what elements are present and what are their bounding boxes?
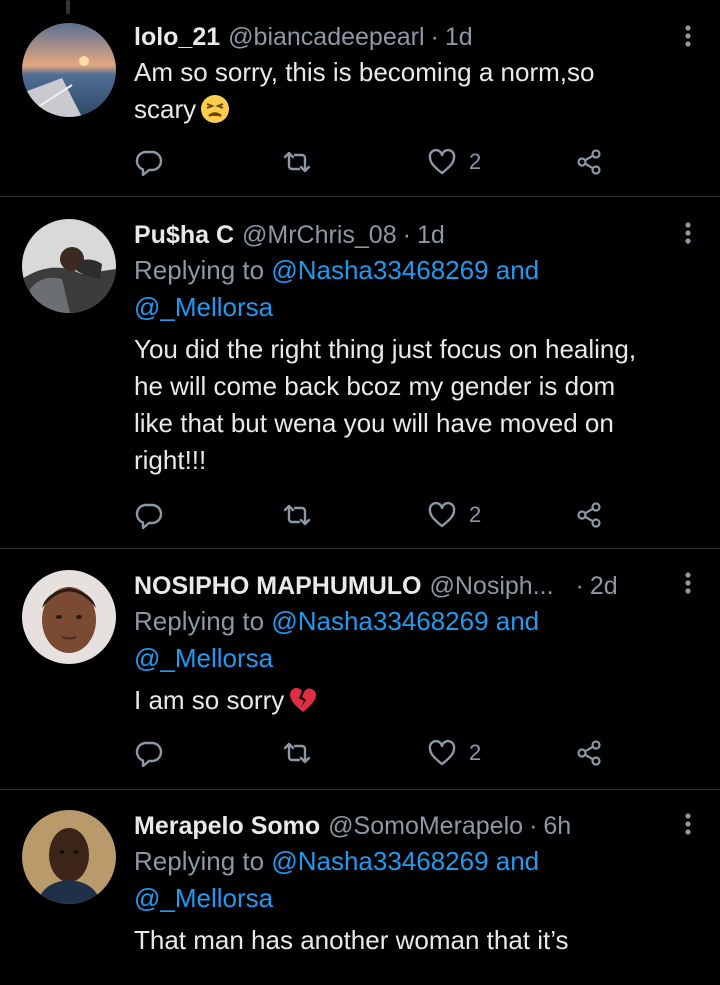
tweet-3[interactable]: NOSIPHO MAPHUMULO @Nosiph... · 2d Replyi… — [0, 549, 720, 790]
more-icon[interactable] — [674, 22, 702, 50]
share-icon — [577, 740, 601, 766]
avatar-image — [22, 219, 116, 313]
broken-heart-emoji — [290, 687, 317, 712]
tweet-text-line: That man has another woman that it’s — [134, 925, 569, 955]
tweet-text-line: Am so sorry, this is becoming a norm,so — [134, 57, 595, 87]
tweet-text-line: like that but wena you will have moved o… — [134, 408, 614, 438]
reply-button[interactable] — [134, 144, 164, 180]
action-bar: 2 — [134, 497, 604, 533]
avatar[interactable] — [22, 23, 116, 117]
action-bar: 2 — [134, 735, 604, 771]
mention-link[interactable]: @Nasha33468269 and — [271, 606, 539, 636]
avatar-image — [22, 810, 116, 904]
avatar-image — [22, 570, 116, 664]
tweet-text: Am so sorry, this is becoming a norm,so … — [134, 54, 680, 128]
avatar[interactable] — [22, 570, 116, 664]
display-name[interactable]: Pu$ha C — [134, 218, 234, 252]
tweet-text-line: You did the right thing just focus on he… — [134, 334, 637, 364]
like-button[interactable]: 2 — [427, 144, 481, 180]
tweet-text: That man has another woman that it’s — [134, 922, 680, 959]
tweet-1[interactable]: lolo_21 @biancadeepearl · 1d Am so sorry… — [0, 0, 720, 197]
tweet-text: I am so sorry — [134, 682, 680, 719]
mention-link[interactable]: @_Mellorsa — [134, 289, 680, 326]
more-icon[interactable] — [674, 219, 702, 247]
display-name[interactable]: NOSIPHO MAPHUMULO — [134, 569, 422, 603]
share-icon — [577, 502, 601, 528]
reply-button[interactable] — [134, 497, 164, 533]
tired-face-emoji — [201, 95, 230, 123]
user-handle[interactable]: @SomoMerapelo — [328, 809, 523, 843]
like-count: 2 — [469, 502, 482, 527]
replying-to: Replying to @Nasha33468269 and — [134, 603, 680, 640]
tweet-text-line: scary — [134, 94, 197, 124]
user-handle[interactable]: @MrChris_08 — [242, 218, 397, 252]
reply-icon — [135, 150, 163, 177]
share-button[interactable] — [574, 144, 604, 180]
mention-link[interactable]: @Nasha33468269 and — [271, 255, 539, 285]
more-icon[interactable] — [674, 569, 702, 597]
mention-link[interactable]: @_Mellorsa — [134, 880, 680, 917]
timestamp[interactable]: 6h — [543, 809, 571, 843]
tweet-text: You did the right thing just focus on he… — [134, 331, 680, 479]
timestamp[interactable]: 2d — [590, 569, 618, 603]
like-button[interactable]: 2 — [427, 735, 481, 771]
replying-label: Replying to — [134, 846, 265, 876]
timestamp[interactable]: 1d — [445, 20, 473, 54]
reply-icon — [135, 741, 163, 768]
display-name[interactable]: Merapelo Somo — [134, 809, 320, 843]
like-count: 2 — [469, 740, 482, 765]
retweet-icon — [283, 151, 311, 173]
user-handle[interactable]: @Nosiph... — [430, 569, 554, 603]
retweet-icon — [283, 504, 311, 526]
tweet-text-line: he will come back bcoz my gender is dom — [134, 371, 616, 401]
avatar[interactable] — [22, 810, 116, 904]
replying-label: Replying to — [134, 606, 265, 636]
separator-dot: · — [430, 23, 439, 51]
like-icon — [428, 739, 456, 766]
tweet-text-line: right!!! — [134, 445, 207, 475]
tweet-text-line: I am so sorry — [134, 685, 285, 715]
replying-to: Replying to @Nasha33468269 and — [134, 252, 680, 289]
mention-link[interactable]: @_Mellorsa — [134, 640, 680, 677]
retweet-button[interactable] — [282, 144, 312, 180]
timestamp[interactable]: 1d — [417, 218, 445, 252]
tweet-2[interactable]: Pu$ha C @MrChris_08 · 1d Replying to @Na… — [0, 197, 720, 549]
more-icon[interactable] — [674, 810, 702, 838]
retweet-icon — [283, 742, 311, 764]
replying-to: Replying to @Nasha33468269 and — [134, 843, 680, 880]
share-button[interactable] — [574, 497, 604, 533]
like-icon — [428, 148, 456, 175]
display-name[interactable]: lolo_21 — [134, 20, 220, 54]
like-count: 2 — [469, 149, 482, 174]
separator-dot: · — [402, 221, 411, 249]
replying-label: Replying to — [134, 255, 265, 285]
share-icon — [577, 149, 601, 175]
reply-icon — [135, 503, 163, 530]
separator-dot: · — [575, 572, 584, 600]
avatar-image — [22, 23, 116, 117]
tweet-4[interactable]: Merapelo Somo @SomoMerapelo · 6h Replyin… — [0, 790, 720, 985]
avatar[interactable] — [22, 219, 116, 313]
retweet-button[interactable] — [282, 735, 312, 771]
mention-link[interactable]: @Nasha33468269 and — [271, 846, 539, 876]
like-icon — [428, 501, 456, 528]
retweet-button[interactable] — [282, 497, 312, 533]
reply-button[interactable] — [134, 735, 164, 771]
tweet-header: Merapelo Somo @SomoMerapelo · 6h — [134, 809, 680, 843]
tweet-header: NOSIPHO MAPHUMULO @Nosiph... · 2d — [134, 569, 680, 603]
separator-dot: · — [529, 812, 538, 840]
like-button[interactable]: 2 — [427, 497, 481, 533]
user-handle[interactable]: @biancadeepearl — [228, 20, 424, 54]
tweet-header: lolo_21 @biancadeepearl · 1d — [134, 20, 680, 54]
tweet-header: Pu$ha C @MrChris_08 · 1d — [134, 218, 680, 252]
action-bar: 2 — [134, 144, 604, 180]
share-button[interactable] — [574, 735, 604, 771]
